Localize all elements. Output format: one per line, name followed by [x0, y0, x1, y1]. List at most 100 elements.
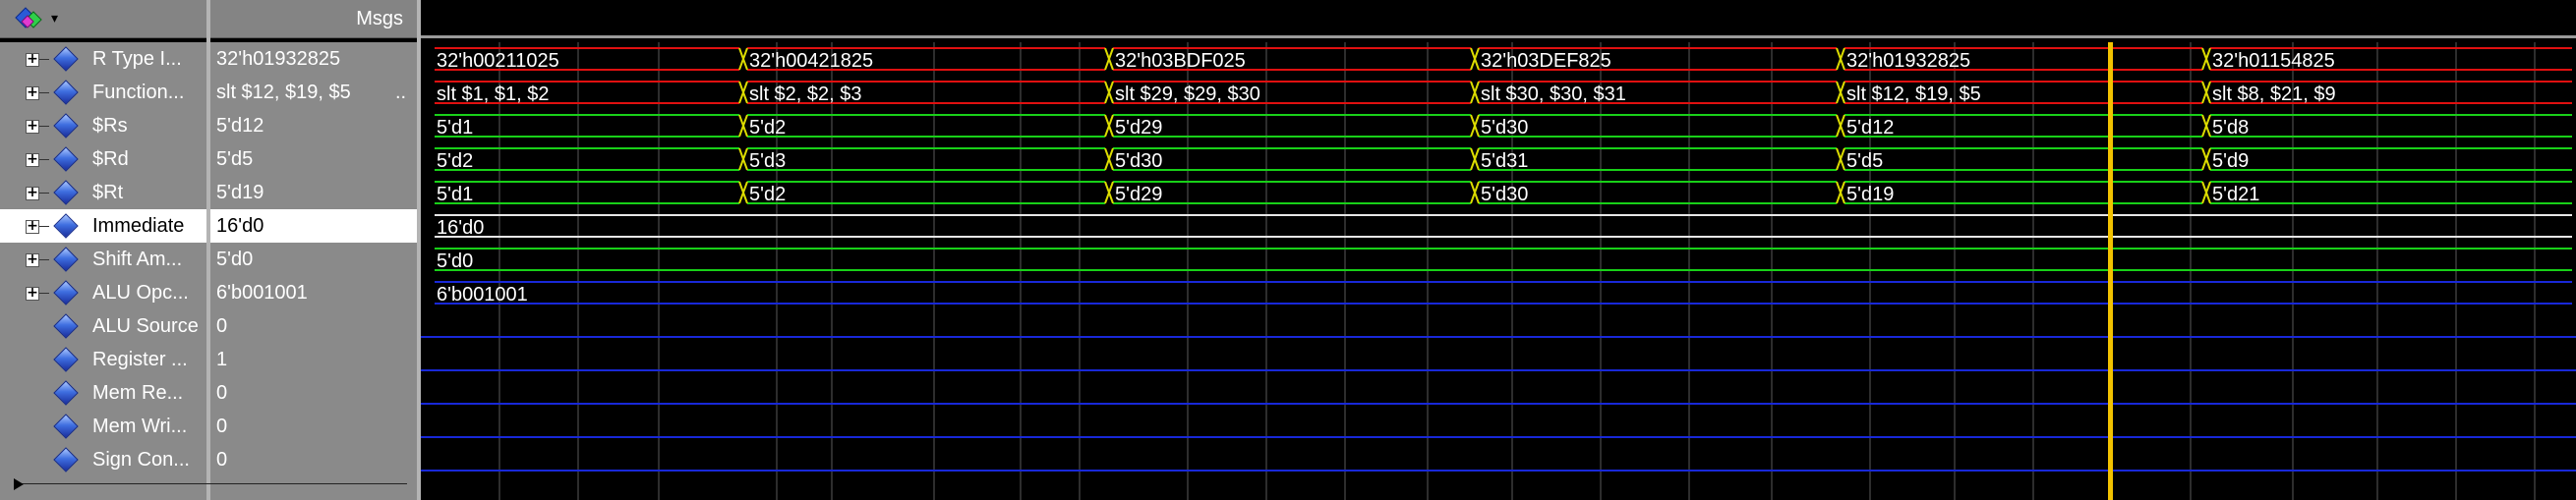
signal-name: Immediate: [92, 215, 185, 237]
signal-diamond-icon: [53, 113, 79, 139]
signal-value-row[interactable]: 32'h01932825: [210, 42, 417, 76]
bus-value-label: 5'd30: [1115, 150, 1162, 172]
bus-transition-edge: [1839, 114, 1845, 138]
expand-plus-icon[interactable]: +: [26, 85, 39, 100]
signal-name: $Rs: [92, 115, 128, 137]
signal-row[interactable]: + ALU Opc...: [0, 276, 206, 309]
signal-value-row[interactable]: 5'd12: [210, 109, 417, 142]
signal-diamond-icon: [53, 313, 79, 339]
signal-value-row[interactable]: 0: [210, 376, 417, 410]
bus-transition-edge: [1473, 81, 1480, 104]
bus-transition-edge: [2204, 114, 2211, 138]
signal-value-row[interactable]: 5'd5: [210, 142, 417, 176]
signal-row[interactable]: Mem Wri...: [0, 410, 206, 443]
bus-value-label: 16'd0: [437, 217, 484, 239]
bus-value-label: 5'd30: [1481, 184, 1528, 205]
bus-value-label: slt $2, $2, $3: [749, 83, 862, 105]
dropdown-arrow-icon[interactable]: ▾: [51, 10, 58, 27]
bus-value-label: slt $29, $29, $30: [1115, 83, 1260, 105]
bus-value-label: 5'd3: [749, 150, 786, 172]
bus-value-label: slt $1, $1, $2: [437, 83, 550, 105]
signal-value: 0: [216, 416, 228, 437]
expand-plus-icon[interactable]: +: [26, 152, 39, 167]
value-column-header: Msgs: [210, 0, 417, 38]
expand-plus-icon[interactable]: +: [26, 119, 39, 134]
signal-diamond-icon: [53, 46, 79, 72]
bus-transition-edge: [2204, 47, 2211, 71]
bus-value-label: 5'd0: [437, 250, 473, 272]
signal-row[interactable]: + $Rt: [0, 176, 206, 209]
signal-row[interactable]: + R Type I...: [0, 42, 206, 76]
expand-plus-icon[interactable]: +: [26, 219, 39, 234]
signal-row[interactable]: + $Rs: [0, 109, 206, 142]
bus-transition-edge: [1107, 114, 1114, 138]
signal-value-row[interactable]: 0: [210, 443, 417, 476]
waveform-canvas[interactable]: 32'h00211025 32'h00421825 32'h03BDF025 32'h…: [421, 42, 2576, 500]
bus-value-label: 32'h03DEF825: [1481, 50, 1611, 72]
signal-row[interactable]: ALU Source: [0, 309, 206, 343]
signal-value-row[interactable]: 1: [210, 343, 417, 376]
waveform-window: ▾ Msgs + R Type I... + Function... + $Rs + $Rd +…: [0, 0, 2576, 500]
bus-transition-edge: [1107, 81, 1114, 104]
signal-value: 6'b001001: [216, 282, 308, 304]
signal-row[interactable]: Mem Re...: [0, 376, 206, 410]
msgs-header-label: Msgs: [356, 8, 403, 29]
bus-value-label: 32'h01932825: [1846, 50, 1970, 72]
bus-transition-edge: [741, 114, 748, 138]
bus-transition-edge: [1473, 47, 1480, 71]
signal-value: 1: [216, 349, 228, 370]
bus-value-label: 5'd1: [437, 184, 473, 205]
waveform-pane[interactable]: 32'h00211025 32'h00421825 32'h03BDF025 32'h…: [421, 42, 2576, 500]
bus-transition-edge: [1473, 114, 1480, 138]
bus-transition-edge: [1107, 181, 1114, 204]
bus-transition-edge: [1839, 147, 1845, 171]
wave-diamond-logo-icon[interactable]: [14, 6, 45, 33]
signal-value-row[interactable]: 16'd0: [210, 209, 417, 243]
bus-transition-edge: [1839, 81, 1845, 104]
signal-value-row[interactable]: 5'd19: [210, 176, 417, 209]
signal-name: Register ...: [92, 349, 188, 370]
signal-row[interactable]: + Function...: [0, 76, 206, 109]
bus-transition-edge: [1839, 47, 1845, 71]
bus-value-label: 32'h01154825: [2212, 50, 2335, 72]
expand-plus-icon[interactable]: +: [26, 186, 39, 200]
bus-value-label: 5'd1: [437, 117, 473, 139]
bus-transition-edge: [1107, 47, 1114, 71]
signal-diamond-icon: [53, 180, 79, 205]
signal-name: Shift Am...: [92, 249, 183, 270]
signal-value-row[interactable]: 0: [210, 410, 417, 443]
bus-transition-edge: [2204, 81, 2211, 104]
bus-transition-edge: [2204, 147, 2211, 171]
tree-connector: [39, 92, 49, 93]
bus-value-label: 5'd2: [749, 184, 786, 205]
signal-name: ALU Opc...: [92, 282, 189, 304]
bus-value-label: 32'h00421825: [749, 50, 873, 72]
signal-value: 0: [216, 449, 228, 471]
expand-plus-icon[interactable]: +: [26, 52, 39, 67]
bus-value-label: slt $30, $30, $31: [1481, 83, 1626, 105]
signal-value: 5'd5: [216, 148, 254, 170]
signal-value-row[interactable]: 6'b001001: [210, 276, 417, 309]
time-cursor[interactable]: [2108, 42, 2113, 500]
signal-row[interactable]: + Shift Am...: [0, 243, 206, 276]
bus-value-label: 5'd2: [437, 150, 473, 172]
bus-value-label: 5'd8: [2212, 117, 2249, 139]
expand-plus-icon[interactable]: +: [26, 286, 39, 301]
bus-value-label: 5'd9: [2212, 150, 2249, 172]
horizontal-scroll-handle[interactable]: [14, 478, 407, 490]
signal-value-row[interactable]: slt $12, $19, $5..: [210, 76, 417, 109]
expand-plus-icon[interactable]: +: [26, 252, 39, 267]
bus-transition-edge: [1473, 147, 1480, 171]
bus-value-label: 5'd21: [2212, 184, 2259, 205]
value-overflow-indicator: ..: [395, 82, 407, 103]
signal-value-row[interactable]: 0: [210, 309, 417, 343]
signal-diamond-icon: [53, 380, 79, 406]
signal-value-row[interactable]: 5'd0: [210, 243, 417, 276]
signal-row[interactable]: Register ...: [0, 343, 206, 376]
signal-row[interactable]: + Immediate: [0, 209, 206, 243]
signal-row[interactable]: Sign Con...: [0, 443, 206, 476]
signal-value: 0: [216, 382, 228, 404]
signal-value: 32'h01932825: [216, 48, 341, 70]
signal-row[interactable]: + $Rd: [0, 142, 206, 176]
signal-value: 0: [216, 315, 228, 337]
